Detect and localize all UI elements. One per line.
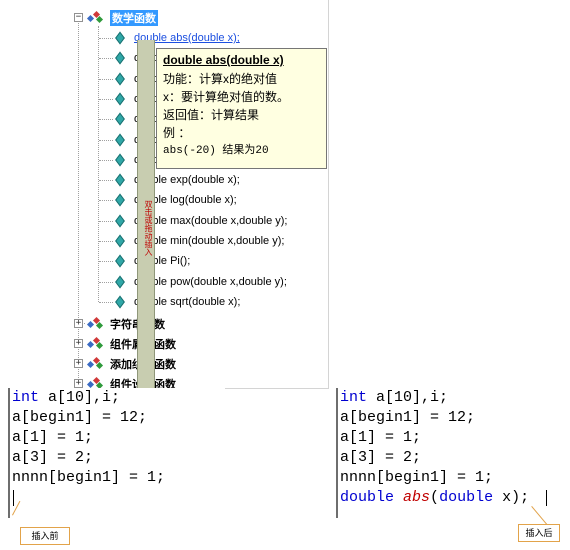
code-line: a[3] = 2;: [12, 449, 94, 466]
tree-branch: [99, 98, 113, 100]
category-icon: [86, 336, 104, 350]
expand-toggle[interactable]: +: [74, 379, 83, 388]
function-icon: [116, 33, 124, 43]
expand-toggle[interactable]: +: [74, 359, 83, 368]
code-line: nnnn[begin1] = 1;: [340, 469, 494, 486]
tree-category-math[interactable]: 数学函数: [110, 10, 158, 26]
function-icon: [116, 236, 124, 246]
tree-branch: [99, 281, 113, 283]
tooltip-param: x：要计算绝对值的数。: [163, 90, 290, 104]
code-editor-after[interactable]: int a[10],i; a[begin1] = 12; a[1] = 1; a…: [336, 388, 568, 518]
tree-function-item[interactable]: double max(double x,double y);: [134, 215, 287, 227]
tooltip-title: double abs(double x): [163, 53, 284, 67]
tree-branch: [99, 200, 113, 202]
code-editor-before[interactable]: int a[10],i; a[begin1] = 12; a[1] = 1; a…: [8, 388, 225, 518]
tooltip-example: abs(-20) 结果为20: [163, 145, 269, 157]
drag-arrow-label: 双击或拖动插入: [144, 200, 153, 256]
function-icon: [116, 135, 124, 145]
function-icon: [116, 216, 124, 226]
tree-branch: [99, 78, 113, 80]
tooltip-description: 功能：计算x的绝对值: [163, 72, 278, 86]
function-icon: [116, 175, 124, 185]
tree-function-item[interactable]: double min(double x,double y);: [134, 235, 284, 247]
tree-branch: [99, 119, 113, 121]
tree-branch: [99, 180, 113, 182]
tree-branch: [99, 220, 113, 222]
category-icon: [86, 10, 104, 24]
function-icon: [116, 94, 124, 104]
tree-branch: [99, 261, 113, 263]
category-icon: [86, 316, 104, 330]
code-line: a[begin1] = 12;: [340, 409, 476, 426]
code-line: nnnn[begin1] = 1;: [12, 469, 166, 486]
text-cursor: [13, 490, 14, 506]
function-icon: [116, 114, 124, 124]
callout-after: 插入后: [518, 524, 560, 542]
tree-branch: [99, 241, 113, 242]
tree-branch: [99, 159, 113, 161]
tree-branch: [99, 38, 113, 39]
tree-function-item[interactable]: double pow(double x,double y);: [134, 276, 287, 288]
tooltip-return: 返回值：计算结果: [163, 108, 260, 122]
inserted-code-line: double abs(double x);: [340, 489, 530, 506]
category-icon: [86, 356, 104, 370]
code-line: a[1] = 1;: [340, 429, 422, 446]
function-tooltip: double abs(double x) 功能：计算x的绝对值 x：要计算绝对值…: [156, 48, 327, 169]
tree-branch: [99, 301, 113, 303]
code-line: a[1] = 1;: [12, 429, 94, 446]
code-line: int a[10],i;: [12, 389, 121, 406]
code-line: a[3] = 2;: [340, 449, 422, 466]
function-icon: [116, 256, 124, 266]
function-icon: [116, 53, 124, 63]
function-icon: [116, 195, 124, 205]
expand-toggle[interactable]: +: [74, 339, 83, 348]
function-icon: [116, 297, 124, 307]
tree-guide-line: [78, 18, 79, 388]
function-icon: [116, 155, 124, 165]
collapse-toggle[interactable]: −: [74, 13, 83, 22]
tooltip-example-label: 例 ：: [163, 126, 191, 140]
expand-toggle[interactable]: +: [74, 319, 83, 328]
tree-branch: [99, 58, 113, 60]
callout-before: 插入前: [20, 527, 70, 545]
code-line: a[begin1] = 12;: [12, 409, 148, 426]
function-icon: [116, 74, 124, 84]
text-cursor: [546, 490, 547, 506]
tree-branch: [99, 139, 113, 141]
function-icon: [116, 277, 124, 287]
code-line: int a[10],i;: [340, 389, 449, 406]
